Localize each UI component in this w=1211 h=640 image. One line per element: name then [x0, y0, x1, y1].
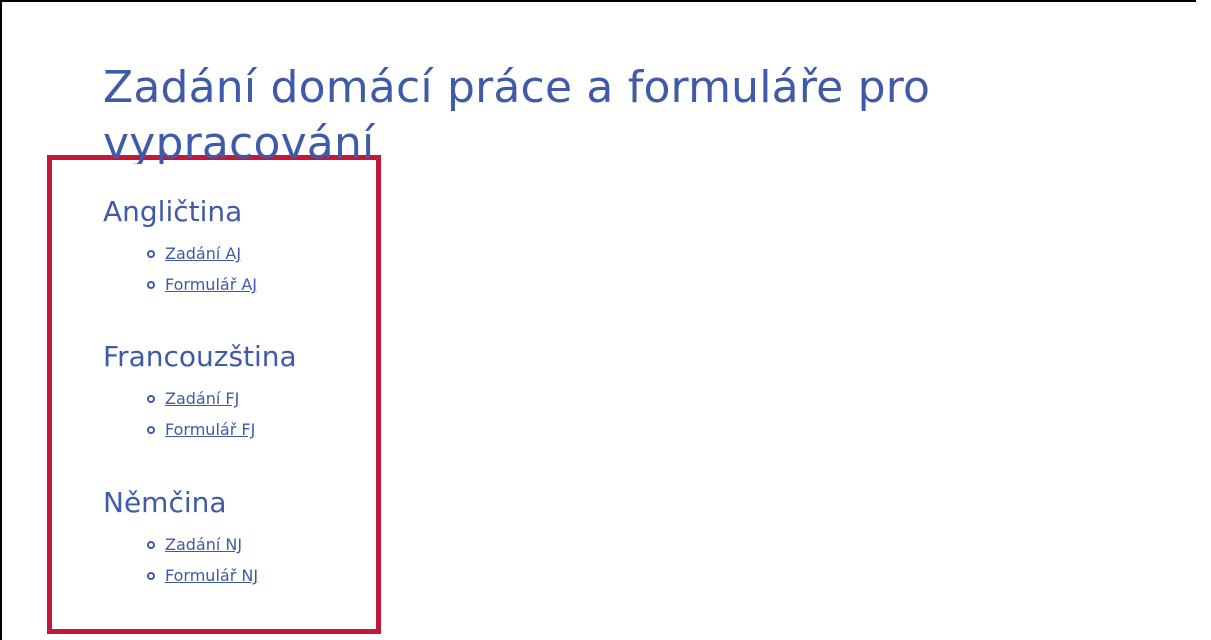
list-item: Zadání NJ: [147, 529, 258, 560]
list-item: Formulář NJ: [147, 560, 258, 591]
list-item: Zadání FJ: [147, 383, 297, 414]
assignment-link-nj[interactable]: Zadání NJ: [165, 535, 242, 554]
form-link-nj[interactable]: Formulář NJ: [165, 566, 258, 585]
assignment-link-aj[interactable]: Zadání AJ: [165, 244, 241, 263]
link-list: Zadání AJ Formulář AJ: [103, 238, 257, 300]
circle-bullet-icon: [147, 571, 155, 580]
circle-bullet-icon: [147, 280, 155, 289]
list-item: Zadání AJ: [147, 238, 257, 269]
assignment-link-fj[interactable]: Zadání FJ: [165, 389, 239, 408]
link-list: Zadání FJ Formulář FJ: [103, 383, 297, 445]
section-german: Němčina Zadání NJ Formulář NJ: [103, 485, 258, 591]
section-french: Francouzština Zadání FJ Formulář FJ: [103, 339, 297, 445]
list-item: Formulář FJ: [147, 414, 297, 445]
section-heading: Angličtina: [103, 195, 243, 228]
section-heading: Francouzština: [103, 340, 297, 373]
circle-bullet-icon: [147, 425, 155, 434]
page-title: Zadání domácí práce a formuláře pro vypr…: [103, 62, 931, 164]
link-list: Zadání NJ Formulář NJ: [103, 529, 258, 591]
section-english: Angličtina Zadání AJ Formulář AJ: [103, 194, 257, 300]
circle-bullet-icon: [147, 540, 155, 549]
circle-bullet-icon: [147, 394, 155, 403]
circle-bullet-icon: [147, 249, 155, 258]
list-item: Formulář AJ: [147, 269, 257, 300]
form-link-fj[interactable]: Formulář FJ: [165, 420, 255, 439]
form-link-aj[interactable]: Formulář AJ: [165, 275, 257, 294]
frame-edge: [1196, 0, 1211, 634]
section-heading: Němčina: [103, 486, 227, 519]
